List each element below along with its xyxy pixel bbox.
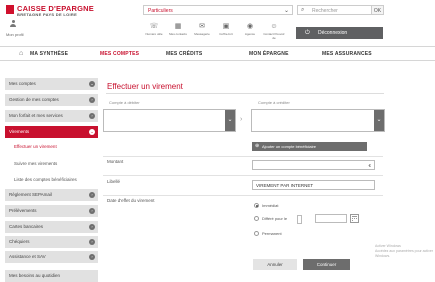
chevron-right-icon: › [89, 239, 95, 245]
chevron-down-icon: ⌄ [225, 110, 235, 131]
debit-account-select[interactable]: ⌄ [103, 109, 236, 132]
radio-differe-label: Différé pour le [262, 216, 288, 221]
brand-subtitle: BRETAGNE PAYS DE LOIRE [17, 12, 78, 17]
debit-account-label: Compte à débiter [109, 100, 140, 105]
search-icon: ⌕ [301, 7, 305, 13]
sidebar-item-forfait[interactable]: Mon forfait et mes services › [5, 110, 98, 122]
chevron-right-icon: › [89, 97, 95, 103]
amount-label: Montant [107, 159, 124, 164]
sidebar-sub-beneficiaires[interactable]: Liste des comptes bénéficiaires [5, 174, 98, 186]
add-beneficiary-button[interactable]: ⊕ Ajouter un compte bénéficiaire [252, 142, 367, 151]
divider [103, 156, 383, 157]
logout-button[interactable]: ⏻ Déconnexion [296, 27, 383, 39]
differe-day-input[interactable] [297, 215, 302, 224]
sidebar-item-mes-comptes[interactable]: Mes comptes ⌄ [5, 78, 98, 90]
sidebar-item-besoins[interactable]: Mes besoins au quotidien [5, 270, 98, 282]
sidebar-item-virements[interactable]: Virements ⌄ [5, 126, 98, 138]
sidebar-sub-effectuer[interactable]: Effectuer un virement [5, 141, 98, 153]
quick-link-messagerie[interactable]: ✉ Messagerie [190, 23, 214, 37]
continue-button[interactable]: Continuer [303, 259, 350, 270]
chevron-down-icon: ⌄ [374, 110, 384, 131]
search-ok-button[interactable]: OK [372, 5, 384, 15]
chevron-down-icon: ⌄ [89, 81, 95, 87]
chevron-right-icon: › [89, 224, 95, 230]
search-placeholder: Rechercher [312, 8, 338, 14]
chevron-right-icon: › [89, 254, 95, 260]
libelle-label: Libellé [107, 179, 121, 184]
radio-differe[interactable] [254, 216, 259, 221]
main-nav: ⌂ MA SYNTHÈSE MES COMPTES MES CRÉDITS MO… [0, 46, 435, 61]
quick-link-contact[interactable]: ☺ Contact Pouvoir de [262, 23, 286, 40]
profile-select-value: Particuliers [148, 8, 173, 14]
credit-account-label: Compte à créditer [258, 100, 290, 105]
chevron-right-icon: › [240, 116, 243, 123]
cancel-button[interactable]: Annuler [253, 259, 297, 270]
logout-label: Déconnexion [318, 30, 348, 36]
plus-circle-icon: ⊕ [255, 143, 260, 149]
divider [106, 93, 384, 94]
divider [103, 195, 383, 196]
windows-activation-watermark: Activer Windows Accédez aux paramètres p… [375, 244, 433, 258]
chevron-right-icon: › [89, 113, 95, 119]
sidebar-item-sepamail[interactable]: Règlement SEPAmail › [5, 189, 98, 201]
user-label[interactable]: Mon profil [6, 32, 24, 37]
safe-icon: ▣ [222, 23, 230, 30]
chevron-down-icon: ⌄ [283, 8, 289, 14]
radio-immediat-label: Immédiat [262, 203, 279, 208]
logo-icon[interactable] [6, 5, 14, 14]
differe-date-input[interactable] [315, 214, 347, 223]
nav-mes-credits[interactable]: MES CRÉDITS [166, 51, 202, 57]
credit-account-select[interactable]: ⌄ [251, 109, 385, 132]
nav-mon-epargne[interactable]: MON ÉPARGNE [249, 51, 289, 57]
page-title: Effectuer un virement [107, 82, 183, 91]
home-icon[interactable]: ⌂ [19, 50, 23, 57]
radio-permanent-label: Permanent [262, 231, 282, 236]
power-icon: ⏻ [305, 30, 310, 36]
calendar-icon[interactable] [350, 214, 359, 223]
sidebar-sub-suivre[interactable]: Suivre mes virements [5, 158, 98, 170]
sidebar-item-gestion[interactable]: Gestion de mes comptes › [5, 94, 98, 106]
divider [103, 175, 383, 176]
phone-icon: ☏ [149, 23, 159, 30]
sidebar-item-prelevements[interactable]: Prélèvements › [5, 205, 98, 217]
chevron-right-icon: › [89, 192, 95, 198]
eye-icon: ◉ [246, 23, 254, 30]
quick-link-numero[interactable]: ☏ Numéro utile [142, 23, 166, 37]
quick-link-agence[interactable]: ◉ Agence [238, 23, 262, 37]
sidebar-item-cartes[interactable]: Cartes bancaires › [5, 221, 98, 233]
user-icon[interactable] [10, 20, 16, 27]
calendar-icon: ▦ [174, 23, 182, 30]
quick-link-contacts[interactable]: ▦ Mes contacts [166, 23, 190, 37]
amount-input[interactable]: € [252, 160, 375, 170]
profile-select[interactable]: Particuliers ⌄ [143, 5, 293, 15]
search-input[interactable]: ⌕ Rechercher [297, 5, 372, 15]
user-icon: ☺ [270, 23, 278, 30]
nav-ma-synthese[interactable]: MA SYNTHÈSE [30, 51, 68, 57]
radio-permanent[interactable] [254, 231, 259, 236]
libelle-input[interactable]: VIREMENT PAR INTERNET [252, 180, 375, 190]
quick-link-coffre[interactable]: ▣ Coffre-fort [214, 23, 238, 37]
chevron-down-icon: ⌄ [89, 129, 95, 135]
chevron-right-icon: › [89, 208, 95, 214]
quick-links: ☏ Numéro utile ▦ Mes contacts ✉ Messager… [142, 23, 302, 43]
currency-label: € [368, 163, 371, 168]
nav-mes-assurances[interactable]: MES ASSURANCES [322, 51, 372, 57]
nav-mes-comptes[interactable]: MES COMPTES [100, 51, 139, 57]
sidebar-item-assistance[interactable]: Assistance et SAV › [5, 251, 98, 263]
date-label: Date d'effet du virement [107, 198, 155, 203]
envelope-icon: ✉ [199, 23, 205, 30]
sidebar-item-chequiers[interactable]: Chéquiers › [5, 236, 98, 248]
radio-immediat[interactable] [254, 203, 259, 208]
